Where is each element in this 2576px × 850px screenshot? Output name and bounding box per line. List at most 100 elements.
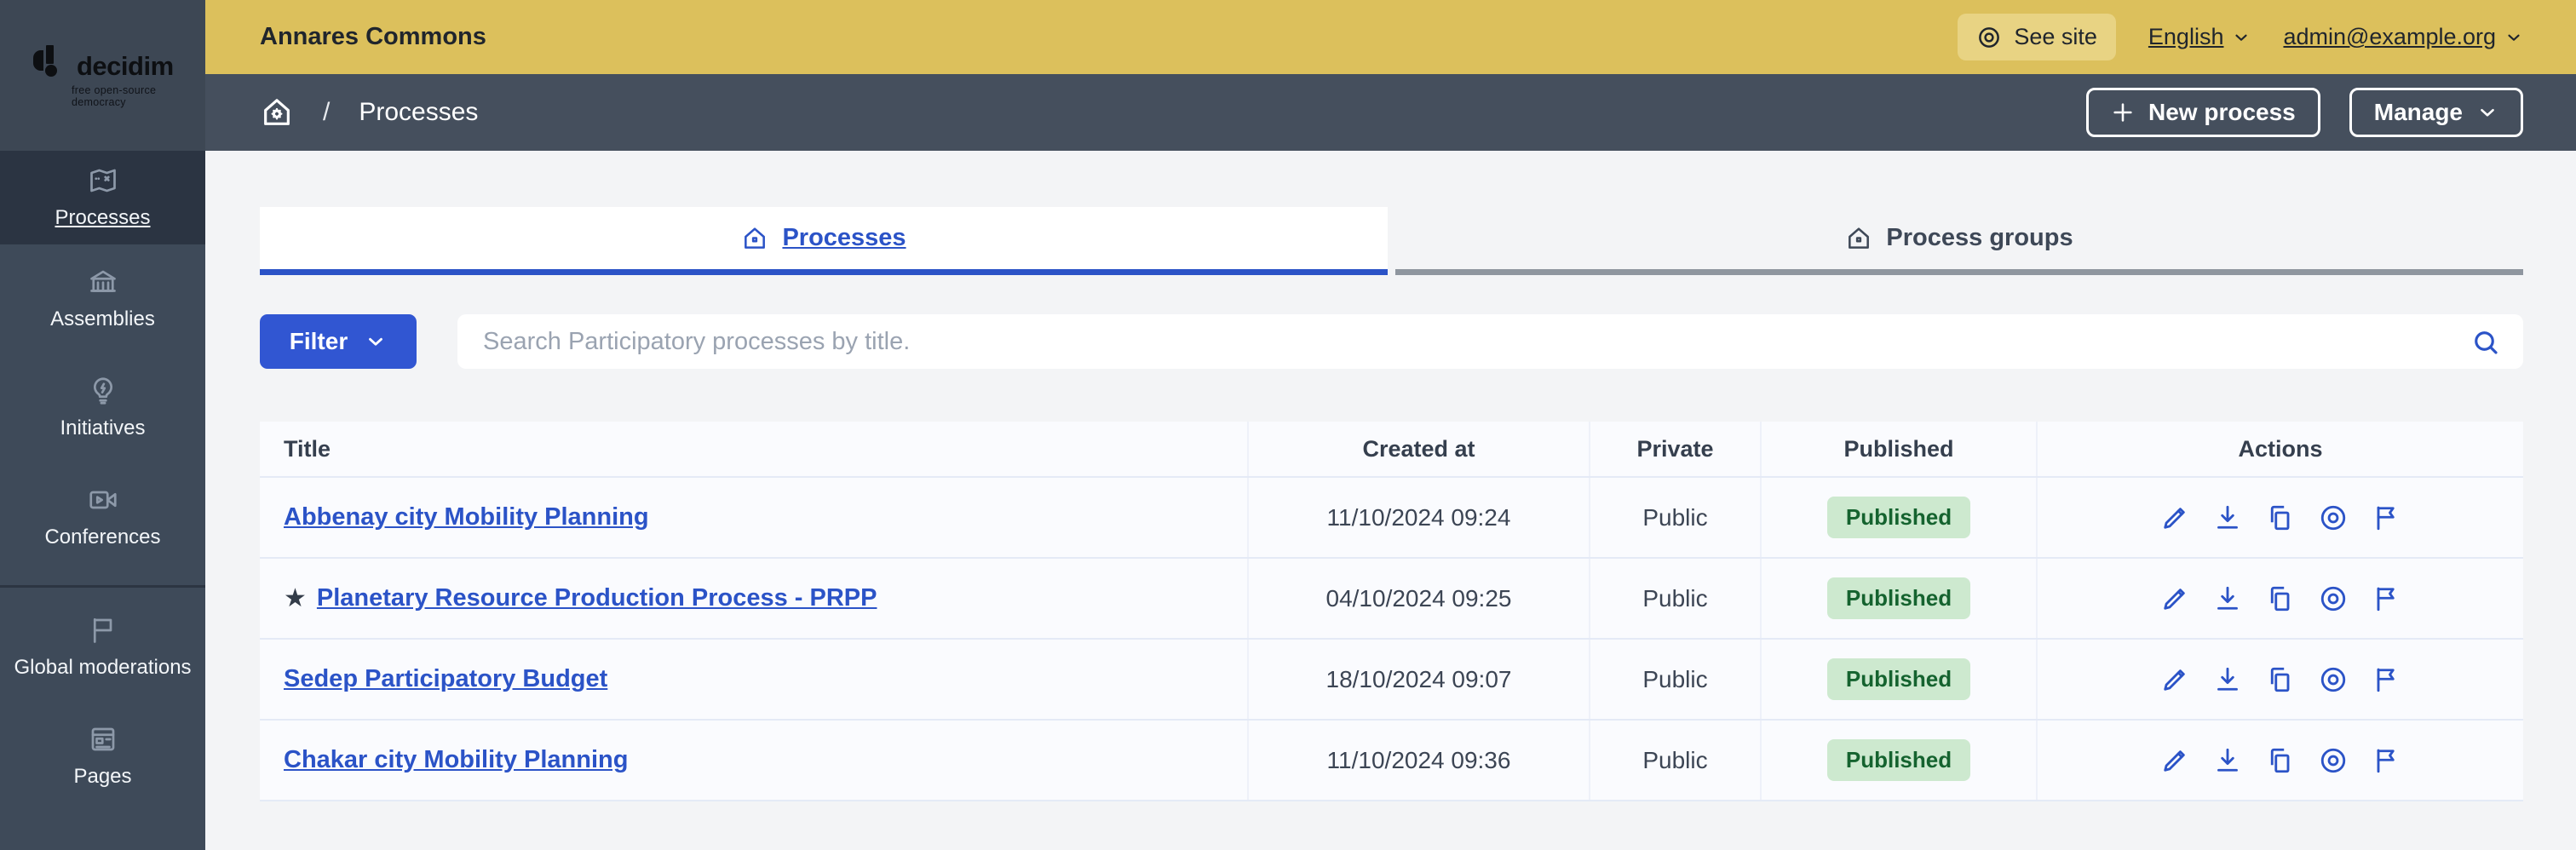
edit-button[interactable] — [2159, 583, 2190, 614]
preview-button[interactable] — [2318, 745, 2349, 776]
plus-icon — [2111, 101, 2135, 124]
map-icon — [88, 165, 118, 196]
actions-cell — [2036, 721, 2523, 800]
table-row: Chakar city Mobility Planning 11/10/2024… — [260, 721, 2523, 801]
copy-icon — [2270, 505, 2290, 530]
edit-button[interactable] — [2159, 664, 2190, 695]
export-button[interactable] — [2212, 503, 2243, 533]
sidebar-divider — [0, 585, 205, 588]
pencil-icon — [2164, 669, 2185, 691]
new-process-button[interactable]: New process — [2086, 88, 2320, 137]
published-cell: Published — [1760, 640, 2036, 719]
preview-button[interactable] — [2318, 503, 2349, 533]
download-icon — [2217, 586, 2238, 610]
video-camera-icon — [88, 485, 118, 515]
processes-table: Title Created at Private Published Actio… — [260, 422, 2523, 801]
published-badge: Published — [1826, 658, 1971, 700]
filter-label: Filter — [289, 328, 348, 354]
copy-icon — [2270, 748, 2290, 772]
copy-icon — [2270, 667, 2290, 692]
sidebar-item-label: Initiatives — [60, 416, 146, 440]
column-header-actions: Actions — [2036, 422, 2523, 476]
sidebar-item-processes[interactable]: Processes — [0, 151, 205, 244]
process-title-link[interactable]: Planetary Resource Production Process - … — [317, 584, 877, 612]
top-bar: Annares Commons See site English admin@e… — [205, 0, 2576, 74]
duplicate-button[interactable] — [2265, 503, 2296, 533]
government-building-icon — [88, 267, 118, 297]
manage-label: Manage — [2373, 99, 2463, 125]
actions-cell — [2036, 478, 2523, 557]
sidebar-item-label: Assemblies — [50, 307, 155, 331]
decidim-logo[interactable]: decidim free open-source democracy — [0, 0, 205, 151]
flag-icon — [2377, 587, 2395, 611]
preview-button[interactable] — [2318, 664, 2349, 695]
pencil-icon — [2164, 749, 2185, 772]
sidebar-item-initiatives[interactable]: Initiatives — [0, 353, 205, 462]
search-input[interactable] — [457, 314, 2523, 369]
actions-cell — [2036, 640, 2523, 719]
edit-button[interactable] — [2159, 503, 2190, 533]
tab-processes[interactable]: Processes — [260, 207, 1388, 275]
export-button[interactable] — [2212, 745, 2243, 776]
published-cell: Published — [1760, 721, 2036, 800]
sidebar-nav: Processes Assemblies Initiatives Confere… — [0, 151, 205, 811]
sidebar-item-label: Global moderations — [14, 656, 192, 680]
sidebar-item-label: Processes — [55, 206, 151, 230]
breadcrumb-bar: / Processes New process Manage — [205, 74, 2576, 151]
edit-button[interactable] — [2159, 745, 2190, 776]
tab-process-groups[interactable]: Process groups — [1395, 207, 2523, 275]
search-icon[interactable] — [2470, 327, 2501, 358]
process-title-link[interactable]: Sedep Participatory Budget — [284, 665, 607, 693]
published-cell: Published — [1760, 559, 2036, 638]
home-icon — [741, 225, 768, 252]
home-icon — [1845, 225, 1872, 252]
moderate-button[interactable] — [2371, 503, 2401, 533]
breadcrumb-current: Processes — [359, 98, 479, 126]
preview-icon — [2320, 505, 2346, 530]
export-button[interactable] — [2212, 664, 2243, 695]
table-row: ★ Planetary Resource Production Process … — [260, 559, 2523, 640]
table-body: Abbenay city Mobility Planning 11/10/202… — [260, 478, 2523, 801]
sidebar-item-assemblies[interactable]: Assemblies — [0, 244, 205, 353]
duplicate-button[interactable] — [2265, 583, 2296, 614]
download-icon — [2217, 505, 2238, 529]
duplicate-button[interactable] — [2265, 664, 2296, 695]
column-header-title: Title — [284, 435, 331, 462]
moderate-button[interactable] — [2371, 664, 2401, 695]
published-cell: Published — [1760, 478, 2036, 557]
export-button[interactable] — [2212, 583, 2243, 614]
published-badge: Published — [1826, 739, 1971, 781]
column-header-created-at: Created at — [1247, 422, 1589, 476]
sidebar-item-pages[interactable]: Pages — [0, 702, 205, 811]
content-area: Processes Process groups Filter Search P… — [205, 151, 2576, 850]
lightbulb-icon — [88, 376, 118, 406]
duplicate-button[interactable] — [2265, 745, 2296, 776]
private-cell: Public — [1589, 559, 1760, 638]
manage-dropdown-button[interactable]: Manage — [2349, 88, 2523, 137]
sidebar-item-conferences[interactable]: Conferences — [0, 462, 205, 571]
moderate-button[interactable] — [2371, 583, 2401, 614]
favorite-star-icon: ★ — [284, 584, 307, 612]
filter-button[interactable]: Filter — [260, 314, 417, 369]
breadcrumb: / Processes — [260, 95, 478, 129]
see-site-button[interactable]: See site — [1958, 14, 2116, 60]
user-menu[interactable]: admin@example.org — [2283, 24, 2523, 50]
admin-home-icon[interactable] — [260, 95, 294, 129]
language-selector[interactable]: English — [2148, 24, 2251, 50]
download-icon — [2217, 748, 2238, 772]
chevron-down-icon — [2504, 28, 2523, 47]
download-icon — [2217, 667, 2238, 691]
actions-cell — [2036, 559, 2523, 638]
chevron-down-icon — [365, 330, 387, 353]
language-label: English — [2148, 24, 2224, 49]
flag-icon — [2377, 668, 2395, 692]
sidebar-item-global-moderations[interactable]: Global moderations — [0, 593, 205, 702]
pencil-icon — [2164, 588, 2185, 610]
preview-button[interactable] — [2318, 583, 2349, 614]
process-title-link[interactable]: Chakar city Mobility Planning — [284, 746, 628, 774]
preview-icon — [2320, 667, 2346, 692]
moderate-button[interactable] — [2371, 745, 2401, 776]
table-header-row: Title Created at Private Published Actio… — [260, 422, 2523, 478]
flag-icon — [2377, 749, 2395, 772]
process-title-link[interactable]: Abbenay city Mobility Planning — [284, 503, 649, 531]
